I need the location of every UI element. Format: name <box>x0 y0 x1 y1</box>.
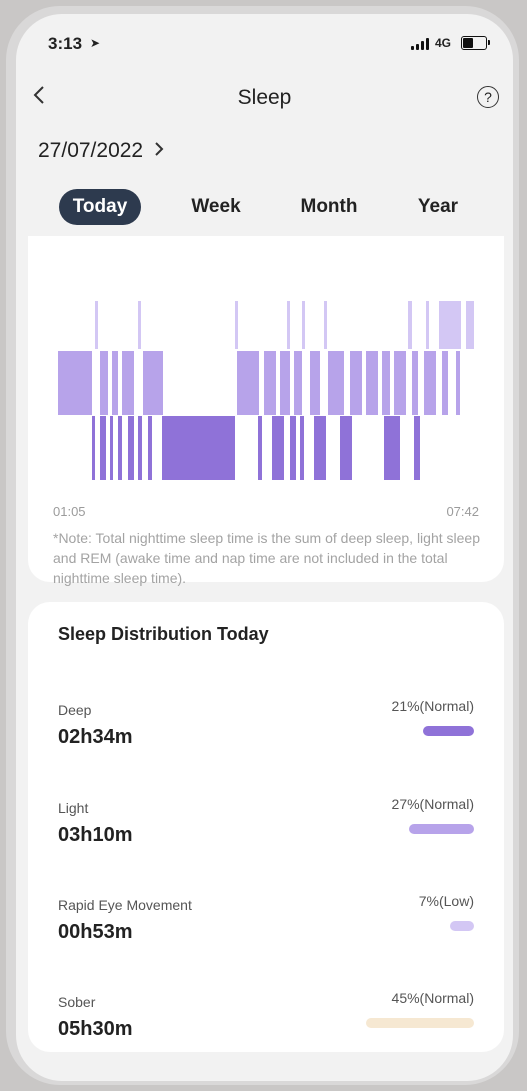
rem-percent: 7%(Low) <box>418 893 474 909</box>
timeline-segment-rapid-eye-movement <box>287 301 290 349</box>
distribution-row-deep: Deep 02h34m 21%(Normal) <box>28 698 504 782</box>
date-label: 27/07/2022 <box>38 139 144 162</box>
timeline-start-label: 01:05 <box>53 504 86 519</box>
distribution-row-rem: Rapid Eye Movement 00h53m 7%(Low) <box>28 893 504 977</box>
sleep-timeline-card: 01:05 07:42 *Note: Total nighttime sleep… <box>28 236 504 586</box>
sleep-timeline-chart <box>58 301 474 480</box>
status-bar: 3:13 ➤ 4G <box>16 14 513 64</box>
question-circle-icon: ? <box>484 89 492 105</box>
tab-month[interactable]: Month <box>287 189 371 225</box>
distribution-row-sober: Sober 05h30m 45%(Normal) <box>28 990 504 1074</box>
timeline-segment-deep <box>118 416 122 480</box>
timeline-segment-light <box>328 351 344 415</box>
timeline-segment-light <box>310 351 320 415</box>
timeline-segment-deep <box>148 416 152 480</box>
timeline-segment-light <box>442 351 448 415</box>
deep-value: 02h34m <box>58 726 133 748</box>
deep-percent: 21%(Normal) <box>391 698 474 714</box>
distribution-row-light: Light 03h10m 27%(Normal) <box>28 796 504 880</box>
timeline-segment-deep <box>290 416 296 480</box>
help-button[interactable]: ? <box>477 86 499 108</box>
rem-label: Rapid Eye Movement <box>58 897 192 913</box>
tab-year[interactable]: Year <box>401 189 475 225</box>
timeline-segment-light <box>100 351 108 415</box>
timeline-end-label: 07:42 <box>446 504 479 519</box>
timeline-segment-deep <box>128 416 134 480</box>
sleep-distribution-card: Sleep Distribution Today Deep 02h34m 21%… <box>28 602 504 1052</box>
timeline-segment-light <box>280 351 290 415</box>
tab-today[interactable]: Today <box>59 189 141 225</box>
signal-icon <box>411 38 431 50</box>
sober-value: 05h30m <box>58 1018 133 1040</box>
timeline-segment-deep <box>314 416 326 480</box>
timeline-segment-light <box>143 351 163 415</box>
sleep-screen: 3:13 ➤ 4G Sleep ? 27/07/2022 Today Week … <box>16 14 513 1081</box>
location-arrow-icon: ➤ <box>90 36 101 50</box>
deep-label: Deep <box>58 702 92 718</box>
light-value: 03h10m <box>58 824 133 846</box>
sleep-note: *Note: Total nighttime sleep time is the… <box>53 530 480 586</box>
timeline-segment-rapid-eye-movement <box>439 301 461 349</box>
rem-share-bar <box>450 921 474 931</box>
sober-percent: 45%(Normal) <box>391 990 474 1006</box>
battery-nub <box>488 40 490 45</box>
timeline-segment-light <box>237 351 259 415</box>
timeline-segment-deep <box>300 416 304 480</box>
rem-value: 00h53m <box>58 921 133 943</box>
light-label: Light <box>58 800 89 816</box>
status-time: 3:13 <box>48 34 83 53</box>
timeline-segment-rapid-eye-movement <box>95 301 98 349</box>
timeline-segment-rapid-eye-movement <box>408 301 412 349</box>
timeline-segment-light <box>456 351 460 415</box>
timeline-segment-deep <box>92 416 95 480</box>
timeline-segment-rapid-eye-movement <box>235 301 238 349</box>
timeline-segment-light <box>122 351 134 415</box>
light-percent: 27%(Normal) <box>391 796 474 812</box>
timeline-segment-rapid-eye-movement <box>324 301 327 349</box>
timeline-segment-light <box>294 351 302 415</box>
timeline-segment-light <box>350 351 362 415</box>
timeline-segment-light <box>366 351 378 415</box>
tab-week[interactable]: Week <box>176 189 256 225</box>
timeline-segment-light <box>112 351 118 415</box>
timeline-segment-light <box>412 351 418 415</box>
timeline-segment-rapid-eye-movement <box>466 301 474 349</box>
timeline-segment-deep <box>100 416 106 480</box>
sober-label: Sober <box>58 994 96 1010</box>
period-tabs: Today Week Month Year <box>16 189 513 229</box>
timeline-segment-deep <box>162 416 235 480</box>
timeline-segment-light <box>424 351 436 415</box>
timeline-segment-deep <box>110 416 113 480</box>
timeline-segment-deep <box>138 416 142 480</box>
date-selector[interactable]: 27/07/2022 <box>38 139 165 163</box>
timeline-segment-rapid-eye-movement <box>138 301 141 349</box>
page-title: Sleep <box>237 86 292 109</box>
sober-share-bar <box>366 1018 474 1028</box>
timeline-segment-rapid-eye-movement <box>302 301 305 349</box>
timeline-segment-deep <box>384 416 400 480</box>
timeline-segment-light <box>382 351 390 415</box>
timeline-segment-deep <box>414 416 420 480</box>
deep-share-bar <box>423 726 474 736</box>
timeline-segment-light <box>394 351 406 415</box>
timeline-segment-deep <box>272 416 284 480</box>
network-label: 4G <box>435 36 452 50</box>
timeline-segment-light <box>264 351 276 415</box>
timeline-segment-light <box>58 351 92 415</box>
timeline-segment-deep <box>258 416 262 480</box>
chevron-right-icon <box>155 142 164 156</box>
light-share-bar <box>409 824 474 834</box>
timeline-segment-rapid-eye-movement <box>426 301 429 349</box>
timeline-segment-deep <box>340 416 352 480</box>
battery-icon <box>461 36 487 50</box>
distribution-title: Sleep Distribution Today <box>58 624 269 644</box>
